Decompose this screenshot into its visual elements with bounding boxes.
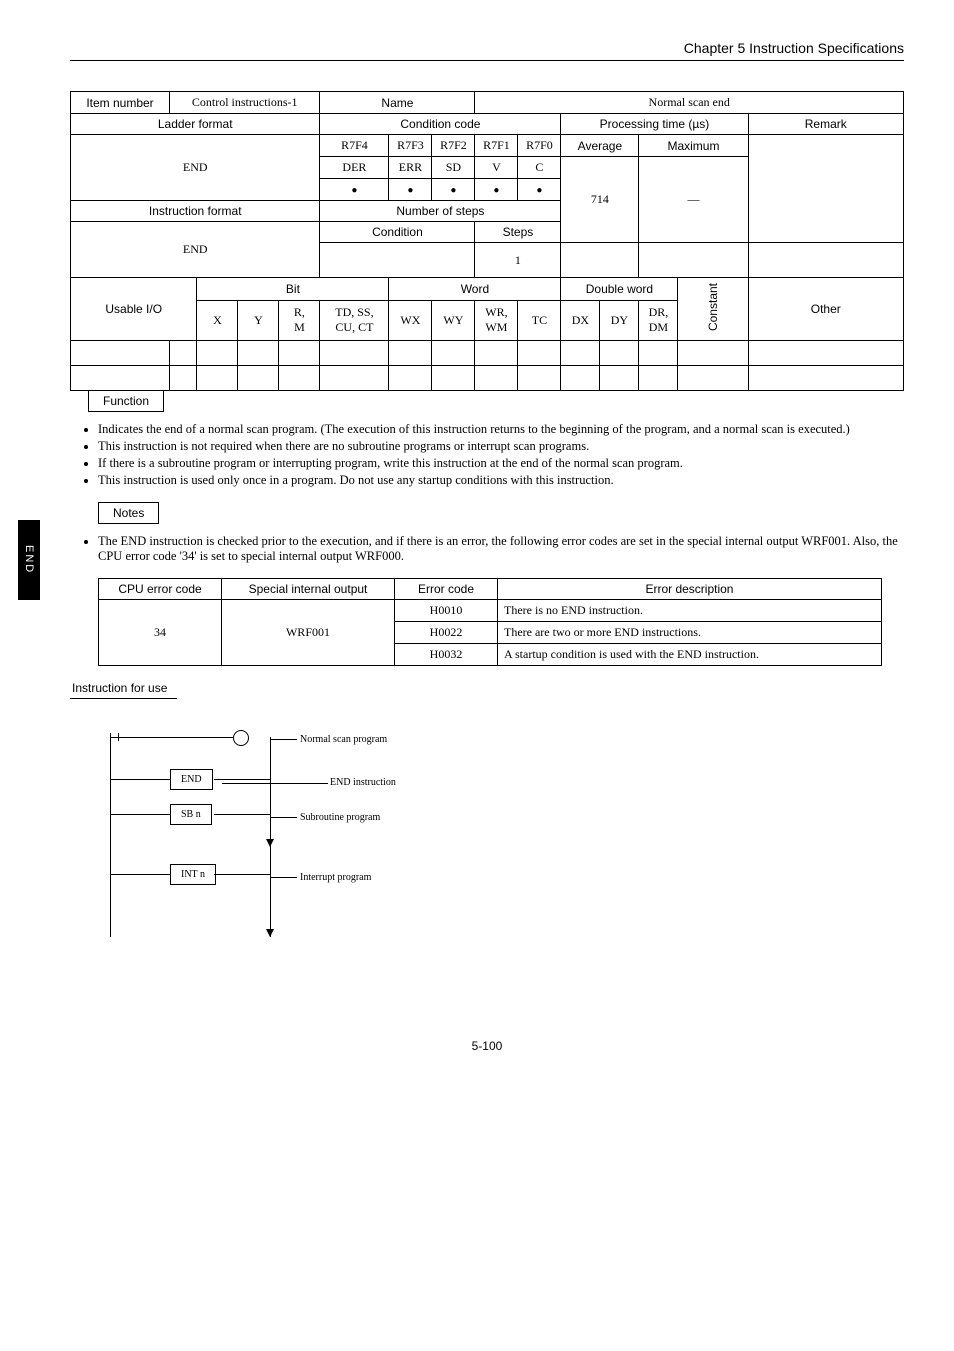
max-cell: — (639, 157, 748, 243)
spec-table: Item number Control instructions-1 Name … (70, 91, 904, 391)
io-wy: WY (432, 300, 475, 340)
steps-value: 1 (475, 243, 561, 278)
diagram-label-sub: Subroutine program (300, 812, 380, 823)
page-number: 5-100 (70, 1039, 904, 1053)
dot-sd (432, 179, 475, 201)
col-r7f3: R7F3 (389, 135, 432, 157)
err-h2: Special internal output (222, 579, 395, 600)
col-r7f1: R7F1 (475, 135, 518, 157)
box-sbn: SB n (170, 804, 212, 825)
io-row2-name (170, 366, 197, 391)
io-wx: WX (389, 300, 432, 340)
instruction-for-use-label: Instruction for use (70, 678, 177, 699)
remark-blank (748, 243, 903, 278)
function-label: Function (88, 391, 164, 412)
instruction-format-label: Instruction format (71, 201, 320, 222)
io-wrwm: WR, WM (475, 300, 518, 340)
condition-empty (320, 243, 475, 278)
condition-code-label: Condition code (320, 114, 561, 135)
arrow-down-icon (266, 929, 274, 937)
err-code: H0022 (395, 622, 498, 644)
max-blank (639, 243, 748, 278)
fn-bullet: This instruction is used only once in a … (98, 473, 904, 488)
fn-bullet: This instruction is not required when th… (98, 439, 904, 454)
cc-sd: SD (432, 157, 475, 179)
notes-label: Notes (98, 502, 159, 524)
err-h4: Error description (498, 579, 882, 600)
item-number-label: Item number (71, 92, 170, 114)
err-code: H0010 (395, 600, 498, 622)
contact-circle-icon (233, 730, 249, 746)
io-drdm: DR, DM (639, 300, 678, 340)
instruction-format: END (71, 222, 320, 278)
usable-io-label: Usable I/O (71, 278, 197, 341)
processing-time-label: Processing time (µs) (561, 114, 748, 135)
dot-v (475, 179, 518, 201)
err-cpu: 34 (99, 600, 222, 666)
col-r7f0: R7F0 (518, 135, 561, 157)
side-tab: END (18, 520, 40, 600)
function-bullets: Indicates the end of a normal scan progr… (70, 422, 904, 488)
bit-label: Bit (197, 278, 389, 301)
condition-label: Condition (320, 222, 475, 243)
io-row2-lead (71, 366, 170, 391)
io-dy: DY (600, 300, 639, 340)
col-r7f2: R7F2 (432, 135, 475, 157)
item-number: Control instructions-1 (170, 92, 320, 114)
dot-c (518, 179, 561, 201)
diagram-label-normal: Normal scan program (300, 734, 387, 745)
io-rm: R, M (279, 300, 320, 340)
steps-label: Steps (475, 222, 561, 243)
notes-bullet: The END instruction is checked prior to … (98, 534, 904, 564)
remark-cell (748, 135, 903, 243)
io-x: X (197, 300, 238, 340)
err-desc: There is no END instruction. (498, 600, 882, 622)
ladder-format-label: Ladder format (71, 114, 320, 135)
other-label: Other (748, 278, 903, 341)
avg-cell: 714 (561, 157, 639, 243)
fn-bullet: If there is a subroutine program or inte… (98, 456, 904, 471)
dot-err (389, 179, 432, 201)
name-value: Normal scan end (475, 92, 904, 114)
diagram: END SB n INT n Normal scan program END i… (70, 719, 904, 979)
dword-label: Double word (561, 278, 678, 301)
err-desc: A startup condition is used with the END… (498, 644, 882, 666)
err-h1: CPU error code (99, 579, 222, 600)
cc-c: C (518, 157, 561, 179)
name-label: Name (320, 92, 475, 114)
cc-err: ERR (389, 157, 432, 179)
cc-der: DER (320, 157, 389, 179)
arrow-down-icon (266, 839, 274, 847)
dot-der (320, 179, 389, 201)
avg-blank (561, 243, 639, 278)
ladder-format: END (71, 135, 320, 201)
box-intn: INT n (170, 864, 216, 885)
constant-label: Constant (678, 278, 748, 341)
col-maximum: Maximum (639, 135, 748, 157)
err-code: H0032 (395, 644, 498, 666)
fn-bullet: Indicates the end of a normal scan progr… (98, 422, 904, 437)
io-row1-lead (71, 341, 170, 366)
diagram-label-int: Interrupt program (300, 872, 371, 883)
err-sio: WRF001 (222, 600, 395, 666)
error-table: CPU error code Special internal output E… (98, 578, 882, 666)
err-h3: Error code (395, 579, 498, 600)
word-label: Word (389, 278, 561, 301)
cc-v: V (475, 157, 518, 179)
chapter-header: Chapter 5 Instruction Specifications (70, 40, 904, 61)
col-r7f4: R7F4 (320, 135, 389, 157)
io-y: Y (238, 300, 279, 340)
io-tc: TC (518, 300, 561, 340)
io-tdss: TD, SS, CU, CT (320, 300, 389, 340)
diagram-label-end: END instruction (330, 777, 396, 788)
col-average: Average (561, 135, 639, 157)
number-of-steps-label: Number of steps (320, 201, 561, 222)
io-row1-name (170, 341, 197, 366)
remark-label: Remark (748, 114, 903, 135)
io-dx: DX (561, 300, 600, 340)
box-end: END (170, 769, 213, 790)
err-desc: There are two or more END instructions. (498, 622, 882, 644)
notes-bullets: The END instruction is checked prior to … (70, 534, 904, 564)
